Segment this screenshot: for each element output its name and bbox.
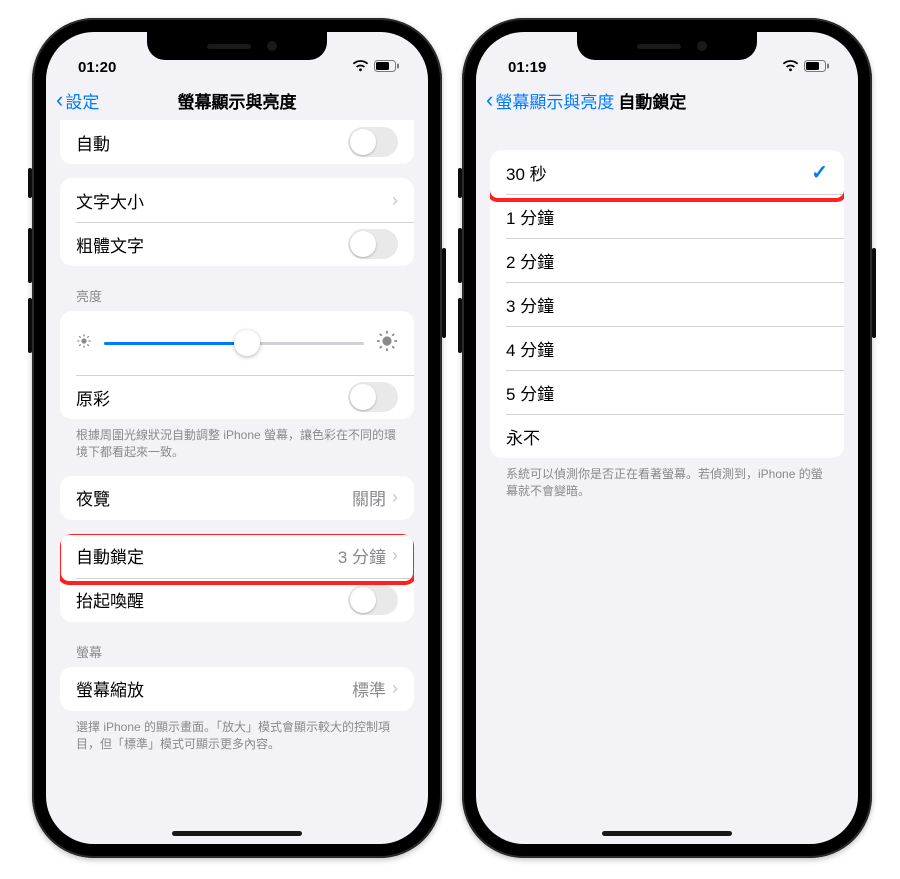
group-night-shift: 夜覽 關閉 › [60,476,414,520]
row-bold-text[interactable]: 粗體文字 [60,222,414,266]
wifi-icon [782,59,799,76]
footer-display-zoom: 選擇 iPhone 的顯示畫面。「放大」模式會顯示較大的控制項目，但「標準」模式… [76,719,398,754]
row-brightness-slider[interactable] [60,311,414,375]
section-header-brightness: 亮度 [76,286,398,305]
group-appearance-tail: 自動 [60,120,414,164]
notch [577,32,757,60]
back-label: 螢幕顯示與亮度 [495,88,614,113]
option-label: 永不 [506,424,828,449]
sun-max-icon [376,330,398,357]
row-raise-to-wake[interactable]: 抬起喚醒 [60,578,414,622]
option-row[interactable]: 4 分鐘 [490,326,844,370]
toggle-bold-text[interactable] [348,229,398,259]
chevron-right-icon: › [392,487,398,508]
wifi-icon [352,59,369,76]
option-row[interactable]: 3 分鐘 [490,282,844,326]
page-title: 自動鎖定 [618,88,686,113]
notch [147,32,327,60]
option-label: 1 分鐘 [506,204,828,229]
group-lock: 自動鎖定 3 分鐘 › 抬起喚醒 [60,534,414,622]
back-button[interactable]: ‹ 螢幕顯示與亮度 [486,88,614,113]
volume-up-button [28,228,32,283]
option-row[interactable]: 30 秒✓ [490,150,844,194]
group-brightness: 原彩 [60,311,414,419]
status-time: 01:19 [508,59,546,76]
back-button[interactable]: ‹ 設定 [56,88,99,113]
page-title: 螢幕顯示與亮度 [46,88,428,113]
option-label: 2 分鐘 [506,248,828,273]
home-indicator[interactable] [172,831,302,836]
home-indicator[interactable] [602,831,732,836]
row-display-zoom[interactable]: 螢幕縮放 標準 › [60,667,414,711]
option-label: 30 秒 [506,160,811,185]
brightness-slider[interactable] [104,342,364,345]
power-button [872,248,876,338]
volume-down-button [28,298,32,353]
toggle-true-tone[interactable] [348,382,398,412]
toggle-raise-to-wake[interactable] [348,585,398,615]
silence-switch [28,168,32,198]
autolock-content: 30 秒✓ 1 分鐘 2 分鐘 3 分鐘 4 分鐘 5 分鐘永不 系統可以偵測你是否正在看… [476,120,858,844]
toggle-automatic[interactable] [348,127,398,157]
settings-content: 自動 文字大小 › 粗體文字 亮度 [46,120,428,844]
footer-true-tone: 根據周圍光線狀況自動調整 iPhone 螢幕，讓色彩在不同的環境下都看起來一致。 [76,427,398,462]
row-auto-lock[interactable]: 自動鎖定 3 分鐘 › [60,534,414,578]
status-time: 01:20 [78,59,116,76]
option-label: 5 分鐘 [506,380,828,405]
sun-min-icon [76,333,92,354]
option-row[interactable]: 永不 [490,414,844,458]
phone-mock-right: 01:19 ‹ 螢幕顯示與亮度 自動鎖定 [462,18,872,858]
chevron-left-icon: ‹ [486,89,493,111]
chevron-right-icon: › [392,678,398,699]
screen-right: 01:19 ‹ 螢幕顯示與亮度 自動鎖定 [476,32,858,844]
nav-bar: ‹ 螢幕顯示與亮度 自動鎖定 [476,78,858,123]
volume-down-button [458,298,462,353]
chevron-left-icon: ‹ [56,89,63,111]
power-button [442,248,446,338]
row-automatic[interactable]: 自動 [60,120,414,164]
back-label: 設定 [65,88,99,113]
battery-icon [804,59,830,76]
battery-icon [374,59,400,76]
group-text: 文字大小 › 粗體文字 [60,178,414,266]
group-autolock-options: 30 秒✓ 1 分鐘 2 分鐘 3 分鐘 4 分鐘 5 分鐘永不 [490,150,844,458]
nav-bar: ‹ 設定 螢幕顯示與亮度 [46,78,428,123]
row-text-size[interactable]: 文字大小 › [60,178,414,222]
option-label: 4 分鐘 [506,336,828,361]
option-row[interactable]: 1 分鐘 [490,194,844,238]
option-row[interactable]: 2 分鐘 [490,238,844,282]
phone-mock-left: 01:20 ‹ 設定 螢幕顯示與亮度 [32,18,442,858]
footer-autolock: 系統可以偵測你是否正在看著螢幕。若偵測到，iPhone 的螢幕就不會變暗。 [506,466,828,501]
volume-up-button [458,228,462,283]
silence-switch [458,168,462,198]
chevron-right-icon: › [392,190,398,211]
option-row[interactable]: 5 分鐘 [490,370,844,414]
option-label: 3 分鐘 [506,292,828,317]
checkmark-icon: ✓ [811,160,828,185]
screen-left: 01:20 ‹ 設定 螢幕顯示與亮度 [46,32,428,844]
chevron-right-icon: › [392,545,398,566]
section-header-screen: 螢幕 [76,642,398,661]
group-display-zoom: 螢幕縮放 標準 › [60,667,414,711]
row-night-shift[interactable]: 夜覽 關閉 › [60,476,414,520]
row-true-tone[interactable]: 原彩 [60,375,414,419]
